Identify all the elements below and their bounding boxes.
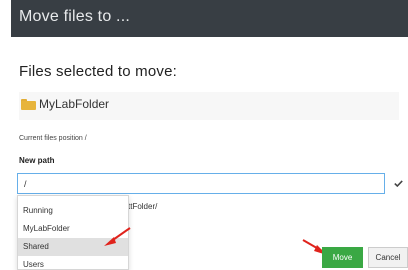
move-button[interactable]: Move [322, 247, 363, 268]
path-dropdown: Running MyLabFolder Shared Users [17, 195, 129, 270]
dialog-title: Move files to ... [19, 8, 130, 25]
new-path-input[interactable] [17, 173, 385, 194]
dialog-header: Move files to ... [11, 0, 408, 37]
selected-folder-name: MyLabFolder [39, 97, 110, 111]
confirm-path-button[interactable] [389, 173, 408, 194]
dropdown-item-shared[interactable]: Shared [18, 238, 128, 256]
dropdown-item-running[interactable]: Running [18, 202, 128, 220]
files-selected-heading: Files selected to move: [19, 63, 177, 80]
checkmark-icon [394, 180, 403, 187]
path-suggestion-text: ttFolder/ [128, 202, 158, 211]
dropdown-item-users[interactable]: Users [18, 256, 128, 270]
cancel-button[interactable]: Cancel [368, 247, 408, 268]
selected-folder-row: MyLabFolder [19, 92, 399, 120]
new-path-label: New path [19, 156, 55, 165]
dropdown-item-mylabfolder[interactable]: MyLabFolder [18, 220, 128, 238]
folder-icon [21, 99, 36, 110]
current-position-text: Current files position / [19, 135, 87, 142]
